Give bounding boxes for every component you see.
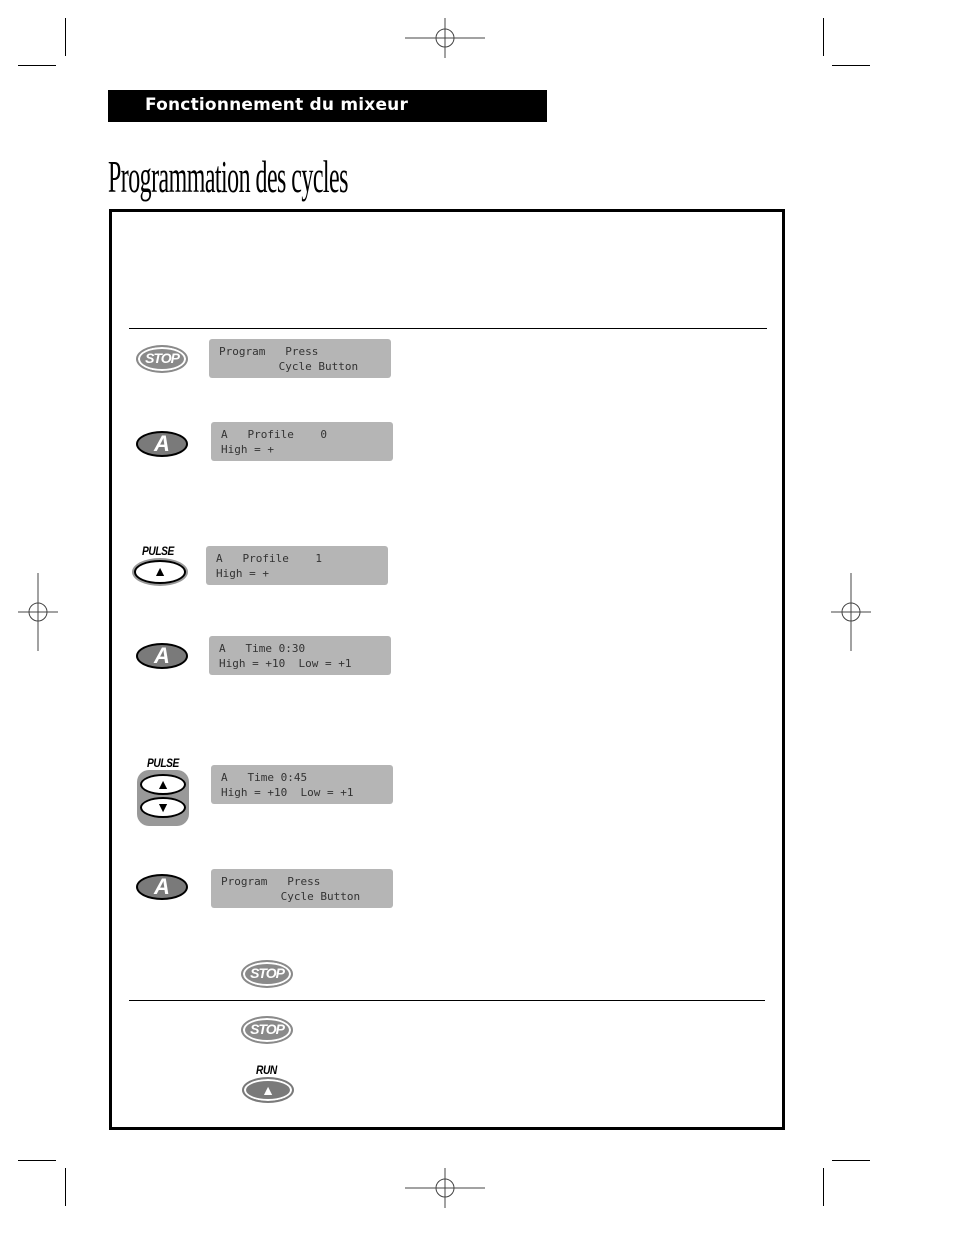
stop-icon: STOP bbox=[136, 345, 188, 373]
divider bbox=[129, 328, 767, 329]
lcd-display: A Profile 1 High = + bbox=[206, 546, 388, 585]
a-icon: A bbox=[136, 643, 188, 669]
up-arrow-icon: ▲ bbox=[261, 1082, 275, 1098]
pulse-up-icon: ▲ bbox=[134, 560, 186, 584]
divider bbox=[129, 1000, 765, 1001]
pulse-label: PULSE bbox=[147, 756, 179, 770]
lcd-display: A Time 0:45 High = +10 Low = +1 bbox=[211, 765, 393, 804]
page-title: Programmation des cycles bbox=[108, 151, 348, 202]
lcd-line: Program Press bbox=[221, 875, 321, 888]
stop-icon: STOP bbox=[241, 1016, 293, 1044]
registration-mark-right bbox=[831, 573, 871, 651]
lcd-display: Program Press Cycle Button bbox=[211, 869, 393, 908]
lcd-line: High = +10 Low = +1 bbox=[221, 786, 354, 799]
lcd-display: A Profile 0 High = + bbox=[211, 422, 393, 461]
stop-icon: STOP bbox=[241, 960, 293, 988]
down-arrow-icon: ▼ bbox=[140, 797, 186, 818]
lcd-line: A Time 0:45 bbox=[221, 771, 308, 784]
lcd-line: Cycle Button bbox=[219, 360, 359, 373]
a-icon: A bbox=[136, 874, 188, 900]
lcd-display: A Time 0:30 High = +10 Low = +1 bbox=[209, 636, 391, 675]
a-icon: A bbox=[136, 431, 188, 457]
lcd-line: Cycle Button bbox=[221, 890, 361, 903]
section-header: Fonctionnement du mixeur bbox=[108, 90, 547, 122]
lcd-line: A Profile 0 bbox=[221, 428, 327, 441]
lcd-line: A Profile 1 bbox=[216, 552, 322, 565]
run-label: RUN bbox=[256, 1063, 277, 1077]
crop-mark bbox=[18, 65, 56, 66]
run-icon: ▲ bbox=[242, 1077, 294, 1103]
pulse-updown-icon: ▲ ▼ bbox=[137, 770, 189, 826]
crop-mark bbox=[65, 18, 66, 56]
crop-mark bbox=[832, 65, 870, 66]
crop-mark bbox=[823, 18, 824, 56]
lcd-display: Program Press Cycle Button bbox=[209, 339, 391, 378]
lcd-line: High = + bbox=[216, 567, 269, 580]
up-arrow-icon: ▲ bbox=[140, 774, 186, 795]
section-header-label: Fonctionnement du mixeur bbox=[145, 95, 409, 115]
crop-mark bbox=[65, 1168, 66, 1206]
lcd-line: Program Press bbox=[219, 345, 319, 358]
lcd-line: High = +10 Low = +1 bbox=[219, 657, 352, 670]
lcd-line: High = + bbox=[221, 443, 274, 456]
registration-mark-left bbox=[18, 573, 58, 651]
crop-mark bbox=[18, 1160, 56, 1161]
lcd-line: A Time 0:30 bbox=[219, 642, 306, 655]
up-arrow-icon: ▲ bbox=[153, 563, 167, 579]
crop-mark bbox=[823, 1168, 824, 1206]
crop-mark bbox=[832, 1160, 870, 1161]
registration-mark-top bbox=[405, 18, 485, 58]
pulse-label: PULSE bbox=[142, 544, 174, 558]
registration-mark-bottom bbox=[405, 1168, 485, 1208]
